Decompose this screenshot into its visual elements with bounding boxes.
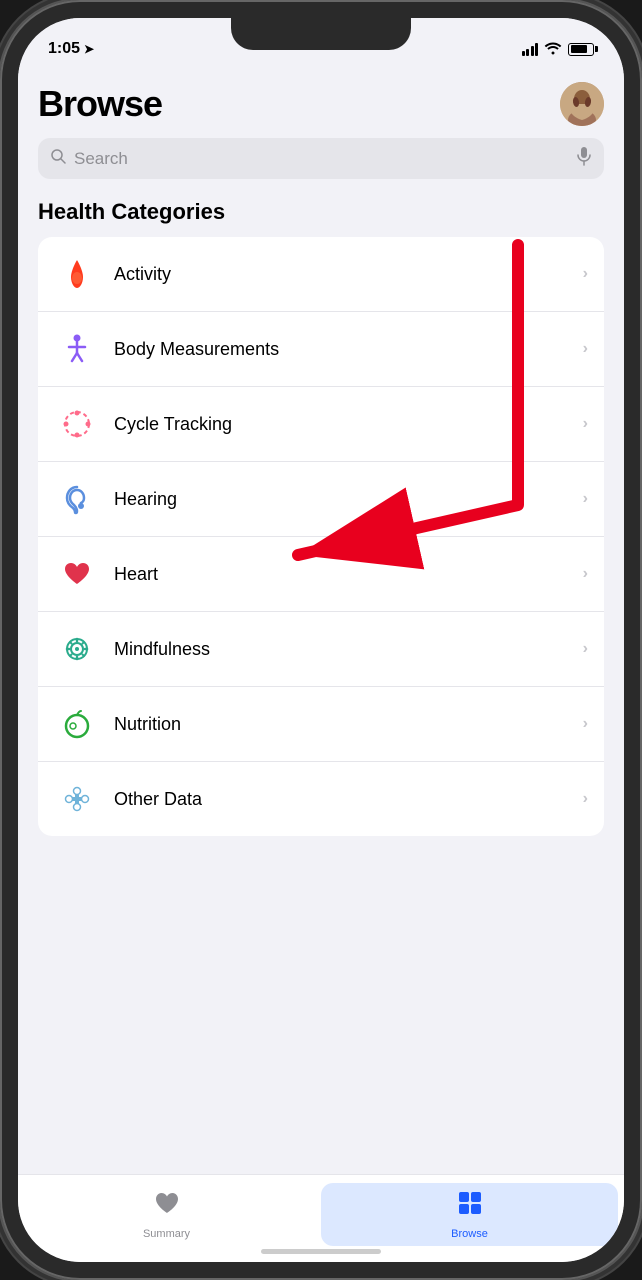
- chevron-icon: ›: [583, 490, 588, 508]
- notch: [231, 18, 411, 50]
- phone-frame: 1:05 ➤: [0, 0, 642, 1280]
- category-name-hearing: Hearing: [114, 489, 569, 510]
- summary-icon: [153, 1189, 181, 1224]
- browse-icon: [456, 1189, 484, 1224]
- signal-bars: [522, 43, 539, 56]
- search-icon: [50, 148, 66, 169]
- category-name-nutrition: Nutrition: [114, 714, 569, 735]
- location-icon: ➤: [84, 42, 94, 56]
- other-icon: [54, 776, 100, 822]
- list-item[interactable]: Body Measurements ›: [38, 312, 604, 387]
- status-time: 1:05 ➤: [48, 40, 94, 58]
- status-icons: [522, 41, 595, 58]
- body-icon: [54, 326, 100, 372]
- hearing-icon: [54, 476, 100, 522]
- page-title: Browse: [38, 83, 162, 125]
- screen: 1:05 ➤: [18, 18, 624, 1262]
- list-item[interactable]: Nutrition ›: [38, 687, 604, 762]
- chevron-icon: ›: [583, 790, 588, 808]
- chevron-icon: ›: [583, 715, 588, 733]
- search-bar[interactable]: Search: [38, 138, 604, 179]
- page-header: Browse: [38, 66, 604, 138]
- nutrition-icon: [54, 701, 100, 747]
- content-area: Browse: [18, 66, 624, 1174]
- home-indicator: [261, 1249, 381, 1254]
- avatar-image: [560, 82, 604, 126]
- heart-icon: [54, 551, 100, 597]
- category-name-other: Other Data: [114, 789, 569, 810]
- chevron-icon: ›: [583, 565, 588, 583]
- chevron-icon: ›: [583, 340, 588, 358]
- list-item[interactable]: Hearing ›: [38, 462, 604, 537]
- category-name-cycle: Cycle Tracking: [114, 414, 569, 435]
- chevron-icon: ›: [583, 265, 588, 283]
- chevron-icon: ›: [583, 415, 588, 433]
- categories-list: Activity › Body Measurements: [38, 237, 604, 836]
- mic-icon[interactable]: [576, 146, 592, 171]
- cycle-icon: [54, 401, 100, 447]
- wifi-icon: [544, 41, 562, 58]
- list-item[interactable]: Activity ›: [38, 237, 604, 312]
- activity-icon: [54, 251, 100, 297]
- mindfulness-icon: [54, 626, 100, 672]
- list-item[interactable]: Mindfulness ›: [38, 612, 604, 687]
- battery-icon: [568, 43, 594, 56]
- category-name-mindfulness: Mindfulness: [114, 639, 569, 660]
- category-name-heart: Heart: [114, 564, 569, 585]
- tab-browse-label: Browse: [451, 1228, 488, 1240]
- section-title: Health Categories: [38, 199, 604, 225]
- tab-summary[interactable]: Summary: [18, 1183, 315, 1246]
- tab-browse[interactable]: Browse: [321, 1183, 618, 1246]
- list-item[interactable]: Heart ›: [38, 537, 604, 612]
- search-placeholder: Search: [74, 149, 568, 169]
- chevron-icon: ›: [583, 640, 588, 658]
- category-name-activity: Activity: [114, 264, 569, 285]
- category-name-body: Body Measurements: [114, 339, 569, 360]
- list-item[interactable]: Other Data ›: [38, 762, 604, 836]
- tab-summary-label: Summary: [143, 1228, 190, 1240]
- avatar[interactable]: [560, 82, 604, 126]
- list-item[interactable]: Cycle Tracking ›: [38, 387, 604, 462]
